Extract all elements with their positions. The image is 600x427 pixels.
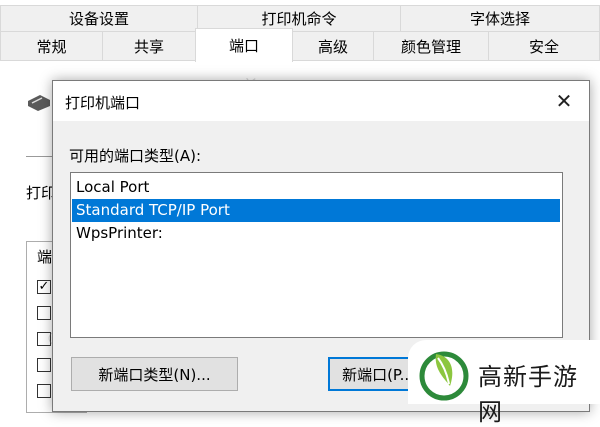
tab-device-settings[interactable]: 设备设置 (0, 5, 198, 31)
tab-ports[interactable]: 端口 (195, 28, 293, 62)
leaf-logo-icon (419, 351, 469, 401)
ports-list-header: 端 (37, 248, 53, 266)
dialog-title: 打印机端口 (65, 94, 141, 112)
port-checkbox-checked[interactable]: ✓ (37, 280, 51, 294)
port-checkbox[interactable] (37, 332, 51, 346)
site-logo-text: 高新手游网 (478, 363, 578, 426)
tab-security[interactable]: 安全 (488, 31, 600, 60)
tab-row-top: 设备设置 打印机命令 字体选择 (0, 5, 600, 31)
tab-sharing[interactable]: 共享 (102, 31, 196, 60)
port-checkbox[interactable] (37, 306, 51, 320)
new-port-type-button[interactable]: 新端口类型(N)... (71, 357, 238, 391)
list-item[interactable]: Local Port (72, 176, 560, 199)
tab-color-management[interactable]: 颜色管理 (373, 31, 489, 60)
port-checkbox[interactable] (37, 358, 51, 372)
tab-advanced[interactable]: 高级 (292, 31, 374, 60)
list-item[interactable]: WpsPrinter: (72, 222, 560, 245)
list-item-selected[interactable]: Standard TCP/IP Port (72, 199, 560, 222)
port-checkbox[interactable] (37, 384, 51, 398)
dialog-titlebar[interactable]: 打印机端口 ✕ (53, 81, 589, 121)
available-port-types-label: 可用的端口类型(A): (69, 147, 202, 165)
tab-row-bottom: 常规 共享 端口 高级 颜色管理 安全 (0, 28, 600, 62)
tab-font-selection[interactable]: 字体选择 (400, 5, 600, 31)
port-types-list[interactable]: Local Port Standard TCP/IP Port WpsPrint… (70, 172, 563, 338)
tab-general[interactable]: 常规 (0, 31, 103, 60)
close-icon[interactable]: ✕ (547, 85, 581, 117)
printer-icon (28, 95, 50, 111)
site-logo: 高新手游网 (408, 340, 600, 426)
